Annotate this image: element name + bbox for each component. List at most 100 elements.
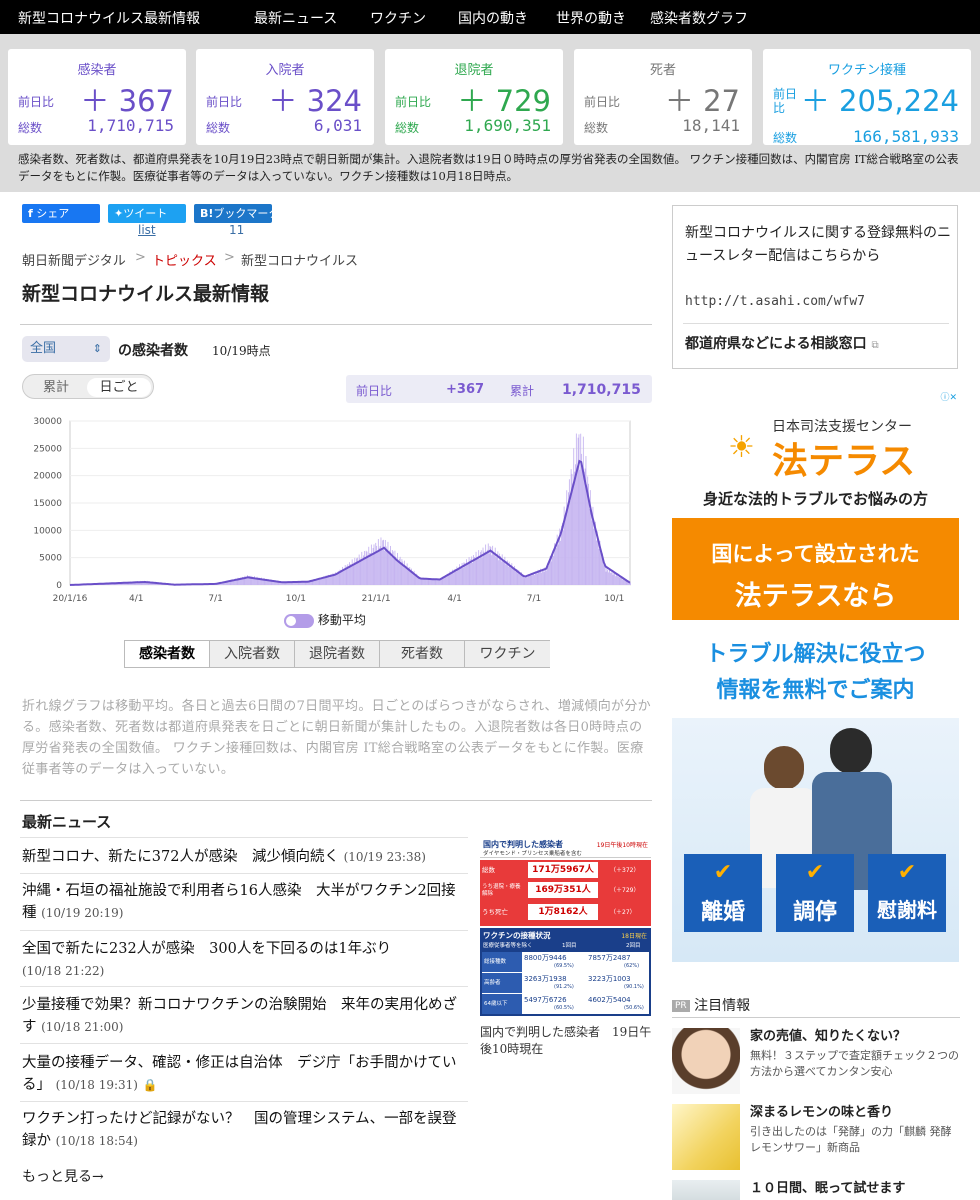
adchoices-icon[interactable]: ⓘ✕ bbox=[933, 390, 957, 403]
pr-heading: PR 注目情報 bbox=[672, 995, 750, 1015]
tab-vaccine[interactable]: ワクチン bbox=[465, 641, 550, 667]
daily-bar bbox=[488, 553, 490, 585]
daily-bar bbox=[385, 546, 387, 585]
nav-item-vaccine[interactable]: ワクチン bbox=[370, 8, 426, 28]
daily-bar bbox=[586, 494, 588, 585]
daily-bar bbox=[500, 556, 501, 585]
tab-hospitalized[interactable]: 入院者数 bbox=[210, 641, 295, 667]
facebook-share-button[interactable]: f シェア bbox=[22, 204, 100, 223]
daily-diff-value: +367 bbox=[446, 382, 485, 397]
daily-bar bbox=[493, 552, 494, 585]
daily-bar bbox=[331, 576, 333, 585]
nav-item-world[interactable]: 世界の動き bbox=[556, 8, 626, 28]
daily-bar bbox=[379, 546, 381, 585]
toggle-cumulative[interactable]: 累計 bbox=[27, 378, 85, 397]
breadcrumb-topics[interactable]: トピックス bbox=[152, 250, 217, 269]
bookmark-count[interactable]: 11 bbox=[229, 223, 244, 237]
daily-bar bbox=[519, 572, 521, 585]
daily-bar bbox=[609, 572, 611, 585]
pr-title[interactable]: １０日間、眠って試せます bbox=[750, 1180, 960, 1198]
chart-title: の感染者数 bbox=[118, 343, 188, 359]
newsletter-text[interactable]: 新型コロナウイルスに関する登録無料のニュースレター配信はこちらから bbox=[685, 222, 951, 268]
daily-bar bbox=[477, 556, 479, 585]
daily-bar bbox=[386, 551, 388, 585]
ad-box-divorce[interactable]: ✔ 離婚 bbox=[684, 854, 762, 932]
news-time: (10/18 21:22) bbox=[22, 964, 105, 978]
tab-infected[interactable]: 感染者数 bbox=[125, 641, 210, 667]
daily-bar bbox=[370, 553, 371, 585]
daily-bar bbox=[622, 579, 624, 585]
nav-item-latest-news[interactable]: 最新ニュース bbox=[254, 8, 337, 28]
consultation-link[interactable]: 都道府県などによる相談窓口 ⧉ bbox=[685, 333, 879, 353]
stat-total-label: 総数 bbox=[206, 121, 231, 135]
news-item[interactable]: ワクチン打ったけど記録がない？ 国の管理システム、一部を誤登録か (10/18 … bbox=[22, 1108, 466, 1152]
daily-bar bbox=[240, 579, 242, 585]
lock-icon: 🔒 bbox=[142, 1078, 158, 1092]
daily-bar bbox=[397, 561, 399, 585]
daily-bar bbox=[605, 571, 607, 585]
news-time: (10/18 21:00) bbox=[41, 1020, 124, 1034]
pr-sub: 引き出したのは「発酵」の力「麒麟 発酵レモンサワー」新商品 bbox=[750, 1125, 952, 1154]
daily-bar bbox=[485, 544, 487, 585]
daily-bar bbox=[397, 552, 398, 585]
pr-title[interactable]: 家の売値、知りたくない？ bbox=[750, 1028, 960, 1046]
nav-item-covid-latest[interactable]: 新型コロナウイルス最新情報 bbox=[18, 8, 200, 28]
daily-bar bbox=[364, 558, 366, 585]
daily-bar bbox=[436, 580, 438, 585]
stat-card-title: 死者 bbox=[649, 63, 676, 78]
daily-bar bbox=[374, 553, 376, 585]
breadcrumb-current[interactable]: 新型コロナウイルス bbox=[241, 250, 358, 269]
daily-bar bbox=[393, 558, 395, 585]
more-link[interactable]: もっと見る→ bbox=[22, 1166, 104, 1186]
daily-bar bbox=[503, 561, 505, 585]
ad-box-compensation[interactable]: ✔ 慰謝料 bbox=[868, 854, 946, 932]
news-item[interactable]: 沖縄・石垣の福祉施設で利用者ら16人感染 大半がワクチン2回接種 (10/19 … bbox=[22, 880, 466, 924]
news-item[interactable]: 少量接種で効果？新コロナワクチンの治験開始 来年の実用化めざす (10/18 2… bbox=[22, 994, 466, 1038]
image-row-diff: （＋729） bbox=[610, 887, 640, 894]
daily-bar bbox=[438, 580, 440, 585]
newsletter-url[interactable]: http://t.asahi.com/wfw7 bbox=[685, 294, 865, 309]
daily-bar bbox=[260, 579, 262, 585]
daily-bar bbox=[604, 566, 606, 585]
moving-average-line bbox=[69, 459, 631, 586]
tab-deaths[interactable]: 死者数 bbox=[380, 641, 465, 667]
news-item[interactable]: 全国で新たに232人が感染 300人を下回るのは1年ぶり (10/18 21:22… bbox=[22, 938, 466, 982]
daily-bar bbox=[412, 573, 414, 585]
nav-item-domestic[interactable]: 国内の動き bbox=[458, 8, 528, 28]
image-vaccine-time: 18日現在 bbox=[621, 933, 647, 940]
y-tick-label: 0 bbox=[56, 581, 62, 591]
hatena-bookmark-button[interactable]: B!ブックマーク bbox=[194, 204, 279, 223]
image-vac-v1: 3263万1938 bbox=[524, 975, 567, 983]
chart-legend[interactable]: 移動平均 bbox=[284, 611, 366, 628]
toggle-daily[interactable]: 日ごと bbox=[87, 378, 151, 397]
news-title[interactable]: 全国で新たに232人が感染 300人を下回るのは1年ぶり bbox=[22, 941, 391, 957]
daily-bar bbox=[531, 575, 533, 585]
daily-bar bbox=[404, 565, 406, 585]
region-select[interactable]: 全国 ⇕ bbox=[22, 336, 110, 362]
daily-bar bbox=[520, 574, 521, 585]
daily-bar bbox=[353, 562, 355, 585]
covid-stats-image[interactable]: 国内で判明した感染者 19日午後10時現在 ダイヤモンド・プリンセス乗船者を含む… bbox=[480, 838, 651, 1016]
daily-bar bbox=[338, 573, 340, 585]
news-item[interactable]: 大量の接種データ、確認・修正は自治体 デジ庁「お手間かけている」 (10/18 … bbox=[22, 1052, 466, 1096]
news-item[interactable]: 新型コロナ、新たに372人が感染 減少傾向続く (10/19 23:38) bbox=[22, 846, 466, 868]
news-time: (10/18 18:54) bbox=[55, 1134, 138, 1148]
stat-card-title: 感染者 bbox=[77, 63, 117, 78]
stat-diff-value: ＋ 729 bbox=[457, 84, 551, 118]
y-tick-label: 5000 bbox=[39, 554, 62, 564]
tab-discharged[interactable]: 退院者数 bbox=[295, 641, 380, 667]
image-row-value: 169万351人 bbox=[528, 882, 598, 898]
x-tick-label: 4/1 bbox=[447, 594, 461, 604]
ad-banner[interactable]: ⓘ✕ 日本司法支援センター ☀ 法テラス 身近な法的トラブルでお悩みの方 国によ… bbox=[672, 388, 959, 962]
ad-box-mediation[interactable]: ✔ 調停 bbox=[776, 854, 854, 932]
nav-item-graph[interactable]: 感染者数グラフ bbox=[650, 8, 748, 28]
twitter-tweet-button[interactable]: ✦ツイート bbox=[108, 204, 186, 223]
news-title[interactable]: 新型コロナ、新たに372人が感染 減少傾向続く bbox=[22, 849, 339, 865]
toggle-switch-icon bbox=[284, 613, 314, 628]
daily-bar bbox=[429, 579, 431, 585]
pr-title[interactable]: 深まるレモンの味と香り bbox=[750, 1104, 960, 1122]
twitter-count[interactable]: list bbox=[138, 223, 156, 237]
daily-bar bbox=[609, 568, 610, 585]
breadcrumb-home[interactable]: 朝日新聞デジタル bbox=[22, 250, 126, 269]
daily-bar bbox=[598, 548, 600, 585]
